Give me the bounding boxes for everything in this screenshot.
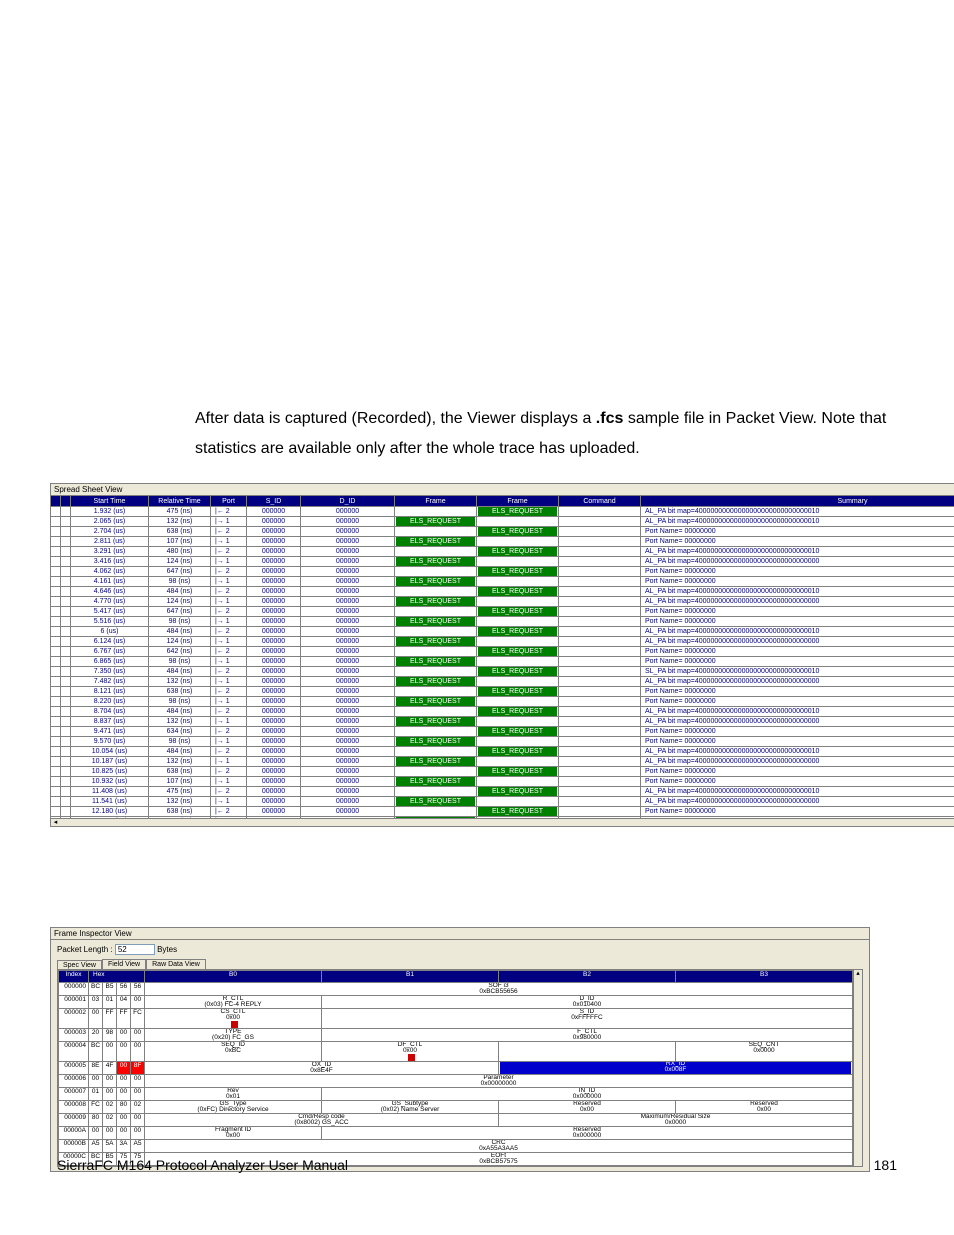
table-row[interactable]: 9.471 (us)634 (ns)|← 2000000000000ELS_RE… bbox=[51, 727, 954, 737]
table-row[interactable]: 10.054 (us)484 (ns)|← 2000000000000ELS_R… bbox=[51, 747, 954, 757]
spreadsheet-header-row: Start Time Relative Time Port S_ID D_ID … bbox=[51, 496, 954, 507]
col-port[interactable]: Port bbox=[211, 496, 247, 507]
table-row[interactable]: 9.570 (us)98 (ns)|→ 1000000000000ELS_REQ… bbox=[51, 737, 954, 747]
col-frame-b[interactable]: Frame bbox=[477, 496, 559, 507]
spreadsheet-hscroll[interactable]: ◂ ▸ bbox=[50, 818, 954, 827]
table-row[interactable]: 8.837 (us)132 (ns)|→ 1000000000000ELS_RE… bbox=[51, 717, 954, 727]
packet-length-unit: Bytes bbox=[157, 945, 177, 954]
table-row[interactable]: 5.417 (us)647 (ns)|← 2000000000000ELS_RE… bbox=[51, 607, 954, 617]
frame-inspector-header-row: Index Hex B0 B1 B2 B3 bbox=[59, 971, 853, 983]
table-row[interactable]: 4.646 (us)484 (ns)|← 2000000000000ELS_RE… bbox=[51, 587, 954, 597]
table-row[interactable]: 4.770 (us)124 (ns)|→ 1000000000000ELS_RE… bbox=[51, 597, 954, 607]
scroll-track[interactable] bbox=[60, 819, 954, 826]
col-index[interactable]: Index bbox=[59, 971, 89, 983]
table-row[interactable]: 1.932 (us)475 (ns)|← 2000000000000ELS_RE… bbox=[51, 507, 954, 517]
table-row[interactable]: 8.220 (us)98 (ns)|→ 1000000000000ELS_REQ… bbox=[51, 697, 954, 707]
body-paragraph: After data is captured (Recorded), the V… bbox=[195, 404, 895, 464]
col-b0[interactable]: B0 bbox=[145, 971, 322, 983]
table-row[interactable]: 10.932 (us)107 (ns)|→ 1000000000000ELS_R… bbox=[51, 777, 954, 787]
table-row[interactable]: 00000A00000000Fragment ID0x00Reserved0x0… bbox=[59, 1127, 853, 1140]
col-sid[interactable]: S_ID bbox=[247, 496, 301, 507]
col-b3[interactable]: B3 bbox=[676, 971, 853, 983]
col-summary[interactable]: Summary bbox=[641, 496, 954, 507]
table-row[interactable]: 00000701000000Rev0x01IN_ID0x000000 bbox=[59, 1088, 853, 1101]
col-hex[interactable]: Hex bbox=[89, 971, 145, 983]
table-row[interactable]: 00000103010400R_CTL(0x03) FC-4 REPLYD_ID… bbox=[59, 996, 853, 1009]
col-gutter-a[interactable] bbox=[51, 496, 61, 507]
packet-length-input[interactable] bbox=[115, 944, 155, 955]
table-row[interactable]: 00000200FFFFFCCS_CTL0x00S_ID0xFFFFFC bbox=[59, 1009, 853, 1029]
col-b2[interactable]: B2 bbox=[499, 971, 676, 983]
scroll-up-icon[interactable]: ▴ bbox=[854, 970, 862, 979]
table-row[interactable]: 10.187 (us)132 (ns)|→ 1000000000000ELS_R… bbox=[51, 757, 954, 767]
table-row[interactable]: 3.291 (us)480 (ns)|← 2000000000000ELS_RE… bbox=[51, 547, 954, 557]
table-row[interactable]: 000004BC000000SEQ_ID0xBCDF_CTL0x00SEQ_CN… bbox=[59, 1042, 853, 1062]
frame-inspector-table[interactable]: Index Hex B0 B1 B2 B3 000000BCB55656SOF … bbox=[58, 970, 853, 1166]
col-relative-time[interactable]: Relative Time bbox=[149, 496, 211, 507]
col-gutter-b[interactable] bbox=[61, 496, 71, 507]
table-row[interactable]: 3.416 (us)124 (ns)|→ 1000000000000ELS_RE… bbox=[51, 557, 954, 567]
table-row[interactable]: 6.767 (us)642 (ns)|← 2000000000000ELS_RE… bbox=[51, 647, 954, 657]
spreadsheet-title: Spread Sheet View bbox=[50, 483, 954, 495]
table-row[interactable]: 4.161 (us)98 (ns)|→ 1000000000000ELS_REQ… bbox=[51, 577, 954, 587]
footer-manual-title: SierraFC M164 Protocol Analyzer User Man… bbox=[57, 1157, 348, 1173]
page-footer: SierraFC M164 Protocol Analyzer User Man… bbox=[57, 1157, 897, 1173]
table-row[interactable]: 00000600000000Parameter0x00000000 bbox=[59, 1075, 853, 1088]
footer-page-number: 181 bbox=[874, 1157, 897, 1173]
table-row[interactable]: 2.811 (us)107 (ns)|→ 1000000000000ELS_RE… bbox=[51, 537, 954, 547]
table-row[interactable]: 7.482 (us)132 (ns)|→ 1000000000000ELS_RE… bbox=[51, 677, 954, 687]
table-row[interactable]: 12.180 (us)638 (ns)|← 2000000000000ELS_R… bbox=[51, 807, 954, 817]
table-row[interactable]: 7.350 (us)484 (ns)|← 2000000000000ELS_RE… bbox=[51, 667, 954, 677]
col-b1[interactable]: B1 bbox=[322, 971, 499, 983]
table-row[interactable]: 8.121 (us)638 (ns)|← 2000000000000ELS_RE… bbox=[51, 687, 954, 697]
spreadsheet-table[interactable]: Start Time Relative Time Port S_ID D_ID … bbox=[50, 495, 954, 827]
table-row[interactable]: 00000BA55A3AA5CRC0xA55A3AA5 bbox=[59, 1140, 853, 1153]
table-row[interactable]: 11.408 (us)475 (ns)|← 2000000000000ELS_R… bbox=[51, 787, 954, 797]
table-row[interactable]: 6.865 (us)98 (ns)|→ 1000000000000ELS_REQ… bbox=[51, 657, 954, 667]
packet-length-label: Packet Length : bbox=[57, 945, 113, 954]
table-row[interactable]: 6.124 (us)124 (ns)|→ 1000000000000ELS_RE… bbox=[51, 637, 954, 647]
frame-inspector-vscroll[interactable]: ▴ bbox=[853, 970, 862, 1166]
scroll-left-icon[interactable]: ◂ bbox=[51, 819, 60, 826]
tab-field-view[interactable]: Field View bbox=[102, 959, 146, 969]
warning-icon bbox=[408, 1054, 415, 1061]
table-row[interactable]: 5.516 (us)98 (ns)|→ 1000000000000ELS_REQ… bbox=[51, 617, 954, 627]
table-row[interactable]: 6 (us)484 (ns)|← 2000000000000ELS_REQUES… bbox=[51, 627, 954, 637]
frame-inspector-tabs: Spec View Field View Raw Data View bbox=[57, 959, 863, 969]
body-text-bold: .fcs bbox=[596, 410, 624, 427]
table-row[interactable]: 11.541 (us)132 (ns)|→ 1000000000000ELS_R… bbox=[51, 797, 954, 807]
warning-icon bbox=[231, 1021, 238, 1028]
col-start-time[interactable]: Start Time bbox=[71, 496, 149, 507]
col-did[interactable]: D_ID bbox=[301, 496, 395, 507]
packet-length-row: Packet Length : Bytes bbox=[57, 944, 863, 955]
body-text-1: After data is captured (Recorded), the V… bbox=[195, 410, 596, 427]
table-row[interactable]: 0000058E4F008FOX_ID0x8E4FRX_ID0x008F bbox=[59, 1062, 853, 1075]
table-row[interactable]: 8.704 (us)484 (ns)|← 2000000000000ELS_RE… bbox=[51, 707, 954, 717]
table-row[interactable]: 2.704 (us)638 (ns)|← 2000000000000ELS_RE… bbox=[51, 527, 954, 537]
table-row[interactable]: 10.825 (us)638 (ns)|← 2000000000000ELS_R… bbox=[51, 767, 954, 777]
table-row[interactable]: 2.065 (us)132 (ns)|→ 1000000000000ELS_RE… bbox=[51, 517, 954, 527]
frame-inspector-title: Frame Inspector View bbox=[50, 927, 870, 939]
col-frame-a[interactable]: Frame bbox=[395, 496, 477, 507]
table-row[interactable]: 00000980020000Cmd/Resp code(0x8002) GS_A… bbox=[59, 1114, 853, 1127]
spreadsheet-view: Spread Sheet View Start Time Relative Ti… bbox=[50, 483, 954, 827]
table-row[interactable]: 00000320980000TYPE(0x20) FC_GSF_CTL0x980… bbox=[59, 1029, 853, 1042]
tab-raw-data-view[interactable]: Raw Data View bbox=[146, 959, 206, 969]
table-row[interactable]: 000000BCB55656SOF i30xBCB55656 bbox=[59, 983, 853, 996]
frame-inspector-view: Frame Inspector View Packet Length : Byt… bbox=[50, 927, 870, 1172]
table-row[interactable]: 000008FC028002GS_Type(0xFC) Directory Se… bbox=[59, 1101, 853, 1114]
table-row[interactable]: 4.062 (us)647 (ns)|← 2000000000000ELS_RE… bbox=[51, 567, 954, 577]
col-command[interactable]: Command bbox=[559, 496, 641, 507]
